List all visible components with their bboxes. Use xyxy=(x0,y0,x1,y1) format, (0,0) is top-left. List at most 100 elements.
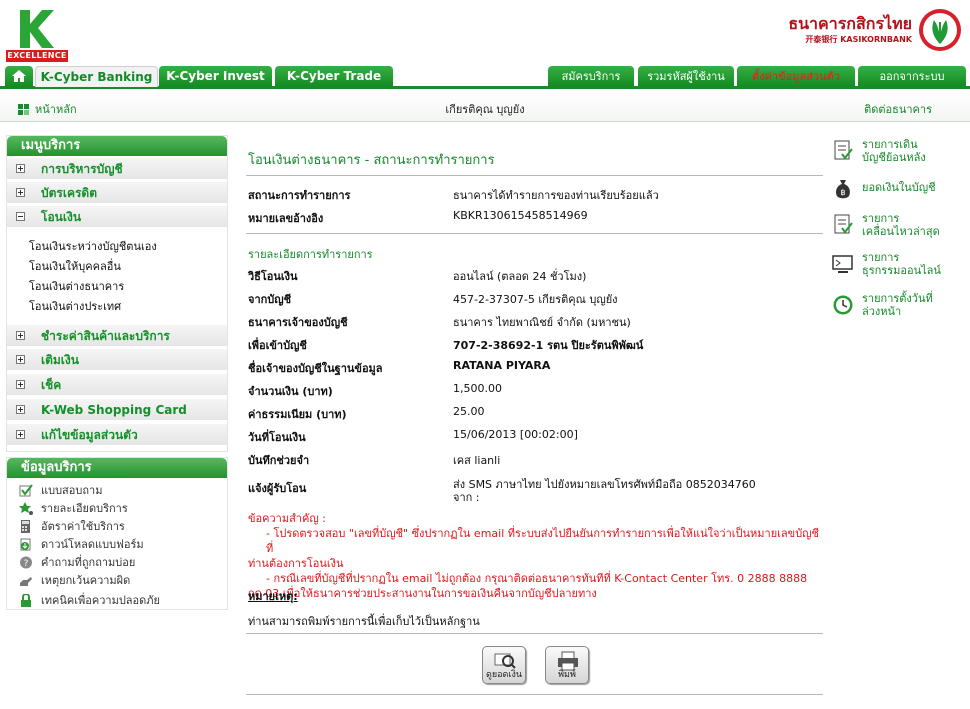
detail-value-from: จาก : xyxy=(453,491,480,504)
reference-label: หมายเลขอ้างอิง xyxy=(248,212,324,225)
tab-user-ids[interactable]: รวมรหัสผู้ใช้งาน xyxy=(638,66,734,87)
checkmark-icon xyxy=(19,483,33,496)
tab-k-cyber-banking[interactable]: K-Cyber Banking xyxy=(35,66,158,87)
notice-line: ท่านต้องการโอนเงิน xyxy=(248,557,344,570)
detail-value: 457-2-37307-5 เกียรติคุณ บุญยัง xyxy=(453,293,618,306)
service-info-title: ข้อมูลบริการ xyxy=(7,458,227,478)
note-heading: หมายเหตุ: xyxy=(248,590,298,603)
tab-home[interactable] xyxy=(5,66,33,87)
detail-label: ชื่อเจ้าของบัญชีในฐานข้อมูล xyxy=(248,362,383,375)
quick-link-online-transactions[interactable]: รายการ ธุรกรรมออนไลน์ xyxy=(832,251,962,281)
submenu-transfer-own-accounts[interactable]: โอนเงินระหว่างบัญชีตนเอง xyxy=(29,237,157,255)
submenu-transfer-other-banks[interactable]: โอนเงินต่างธนาคาร xyxy=(29,277,124,295)
detail-label: แจ้งผู้รับโอน xyxy=(248,482,307,495)
quick-link-statement-history[interactable]: รายการเดิน บัญชีย้อนหลัง xyxy=(832,138,962,168)
check-balance-label: ดูยอดเงิน xyxy=(486,670,522,680)
submenu-transfer-international[interactable]: โอนเงินต่างประเทศ xyxy=(29,297,121,315)
print-label: พิมพ์ xyxy=(558,670,576,680)
detail-label: วันที่โอนเงิน xyxy=(248,431,306,444)
info-disclaimer[interactable]: เหตุยกเว้นความผิด xyxy=(19,571,130,589)
info-label: คำถามที่ถูกถามบ่อย xyxy=(41,556,136,569)
info-security-tips[interactable]: เทคนิคเพื่อความปลอดภัย xyxy=(19,591,160,609)
reference-row: หมายเลขอ้างอิง KBKR130615458514969 xyxy=(248,209,823,227)
quick-link-recent-activity[interactable]: รายการ เคลื่อนไหวล่าสุด xyxy=(832,212,962,242)
quick-link-balance[interactable]: ฿ ยอดเงินในบัญชี xyxy=(832,176,962,200)
submenu-transfer-others[interactable]: โอนเงินให้บุคคลอื่น xyxy=(29,257,121,275)
detail-value: เคส lianli xyxy=(453,454,501,467)
menu-account-management[interactable]: การบริหารบัญชี xyxy=(7,158,227,180)
info-fees[interactable]: อัตราค่าใช้บริการ xyxy=(19,517,125,535)
menu-bill-payment[interactable]: ชำระค่าสินค้าและบริการ xyxy=(7,325,227,347)
menu-label: โอนเงิน xyxy=(41,210,82,224)
menu-edit-personal-info[interactable]: แก้ไขข้อมูลส่วนตัว xyxy=(7,424,227,446)
detail-row-memo: บันทึกช่วยจำ เคส lianli xyxy=(248,451,823,469)
note-text: ท่านสามารถพิมพ์รายการนี้เพื่อเก็บไว้เป็น… xyxy=(248,615,480,628)
detail-row-amount: จำนวนเงิน (บาท) 1,500.00 xyxy=(248,382,823,400)
detail-value: 1,500.00 xyxy=(453,382,502,395)
excellence-label: EXCELLENCE xyxy=(6,50,68,62)
menu-transfer[interactable]: โอนเงิน xyxy=(7,206,227,228)
service-info-panel: ข้อมูลบริการ แบบสอบถาม รายละเอียดบริการ … xyxy=(6,457,228,610)
menu-cheque[interactable]: เช็ค xyxy=(7,374,227,396)
info-label: ดาวน์โหลดแบบฟอร์ม xyxy=(41,538,144,551)
tab-k-cyber-trade[interactable]: K-Cyber Trade xyxy=(275,66,393,87)
expand-plus-icon xyxy=(16,405,25,414)
quick-link-label: รายการเดิน บัญชีย้อนหลัง xyxy=(862,138,926,164)
logged-in-user-name: เกียรติคุณ บุญยัง xyxy=(445,103,525,116)
star-icon xyxy=(19,501,33,515)
info-download-forms[interactable]: ดาวน์โหลดแบบฟอร์ม xyxy=(19,535,144,553)
reference-value: KBKR130615458514969 xyxy=(453,209,588,222)
detail-value: ธนาคาร ไทยพาณิชย์ จำกัด (มหาชน) xyxy=(453,316,631,329)
home-icon xyxy=(12,70,26,82)
info-service-details[interactable]: รายละเอียดบริการ xyxy=(19,499,128,517)
detail-label: จากบัญชี xyxy=(248,293,292,306)
info-survey[interactable]: แบบสอบถาม xyxy=(19,481,102,499)
detail-value: RATANA PIYARA xyxy=(453,359,551,372)
bank-name-english: 开泰银行 KASIKORNBANK xyxy=(805,35,912,44)
menu-credit-card[interactable]: บัตรเครดิต xyxy=(7,182,227,204)
detail-label: บันทึกช่วยจำ xyxy=(248,454,310,467)
quick-link-label: รายการ ธุรกรรมออนไลน์ xyxy=(862,251,941,277)
info-label: รายละเอียดบริการ xyxy=(41,502,128,515)
k-excellence-logo: EXCELLENCE xyxy=(6,6,68,62)
check-balance-button[interactable]: ดูยอดเงิน xyxy=(482,646,526,684)
details-section-title: รายละเอียดการทำรายการ xyxy=(248,248,373,261)
lock-icon xyxy=(21,593,31,607)
detail-value: ออนไลน์ (ตลอด 24 ชั่วโมง) xyxy=(453,270,587,283)
svg-text:?: ? xyxy=(24,559,29,569)
detail-row-from-account: จากบัญชี 457-2-37307-5 เกียรติคุณ บุญยัง xyxy=(248,290,823,308)
detail-row-account-holder: ชื่อเจ้าของบัญชีในฐานข้อมูล RATANA PIYAR… xyxy=(248,359,823,377)
calculator-icon xyxy=(21,519,30,533)
detail-row-method: วิธีโอนเงิน ออนไลน์ (ตลอด 24 ชั่วโมง) xyxy=(248,267,823,285)
tab-k-cyber-invest[interactable]: K-Cyber Invest xyxy=(159,66,272,87)
tab-logout[interactable]: ออกจากระบบ xyxy=(858,66,966,87)
contact-bank-link[interactable]: ติดต่อธนาคาร xyxy=(864,100,932,118)
tab-register[interactable]: สมัครบริการ xyxy=(548,66,634,87)
menu-label: การบริหารบัญชี xyxy=(41,162,123,176)
detail-value: 15/06/2013 [00:02:00] xyxy=(453,428,578,441)
menu-label: เช็ค xyxy=(41,378,62,392)
page-title: โอนเงินต่างธนาคาร - สถานะการทำรายการ xyxy=(248,153,495,168)
print-button[interactable]: พิมพ์ xyxy=(545,646,589,684)
divider xyxy=(246,694,823,695)
kasikornbank-logo: ธนาคารกสิกรไทย 开泰银行 KASIKORNBANK xyxy=(782,8,962,52)
rice-emblem-icon xyxy=(919,9,961,51)
divider xyxy=(246,233,823,234)
notice-heading: ข้อความสำคัญ : xyxy=(248,512,326,525)
divider xyxy=(246,633,823,634)
recent-list-icon xyxy=(834,214,853,234)
info-faq[interactable]: ? คำถามที่ถูกถามบ่อย xyxy=(19,553,135,571)
menu-label: บัตรเครดิต xyxy=(41,186,98,200)
menu-top-up[interactable]: เติมเงิน xyxy=(7,349,227,371)
quick-link-label: ยอดเงินในบัญชี xyxy=(862,181,936,194)
quick-link-scheduled-transactions[interactable]: รายการตั้งวันที่ ล่วงหน้า xyxy=(832,292,962,322)
tab-personal-settings[interactable]: ตั้งค่าข้อมูลส่วนตัว xyxy=(737,66,855,87)
detail-value: 707-2-38692-1 รตน ปิยะรัตนพิพัฒน์ xyxy=(453,339,644,352)
menu-label: K-Web Shopping Card xyxy=(41,403,187,417)
detail-row-notify-recipient: แจ้งผู้รับโอน ส่ง SMS ภาษาไทย ไปยังหมายเ… xyxy=(248,475,823,505)
collapse-minus-icon xyxy=(16,212,25,221)
quick-link-label: รายการ เคลื่อนไหวล่าสุด xyxy=(862,212,940,238)
menu-k-web-shopping-card[interactable]: K-Web Shopping Card xyxy=(7,399,227,421)
expand-plus-icon xyxy=(16,188,25,197)
download-icon xyxy=(20,538,31,550)
